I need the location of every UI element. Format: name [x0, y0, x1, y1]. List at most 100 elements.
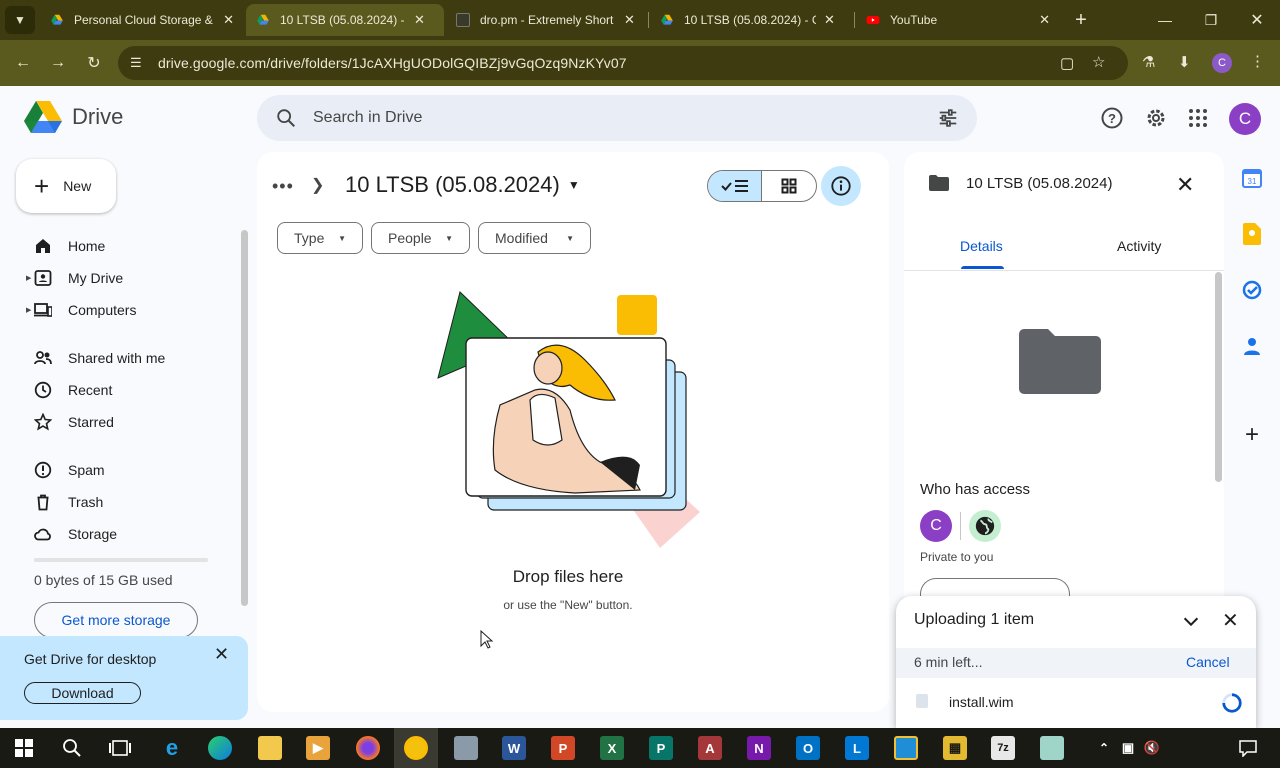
sidebar-scrollbar[interactable]	[241, 230, 248, 606]
tab-divider	[904, 270, 1224, 271]
mouse-cursor-icon	[480, 630, 494, 649]
browser-tab-1[interactable]: Personal Cloud Storage & ✕	[40, 4, 244, 36]
url-bar[interactable]: ☰ drive.google.com/drive/folders/1JcAXHg…	[118, 46, 1128, 80]
app-icon[interactable]	[894, 736, 918, 760]
close-icon[interactable]: ✕	[214, 644, 229, 665]
task-view-icon[interactable]	[108, 736, 132, 760]
new-tab-button[interactable]: +	[1058, 0, 1104, 40]
downloads-icon[interactable]: ⬇	[1178, 53, 1191, 71]
search-icon[interactable]	[275, 107, 297, 129]
restore-icon[interactable]: ❐	[1188, 0, 1234, 40]
close-tab-icon[interactable]: ✕	[824, 12, 835, 28]
grid-view-button[interactable]	[762, 171, 816, 201]
browser-menu-icon[interactable]: ⋮	[1250, 52, 1265, 70]
volume-muted-icon[interactable]: 🔇	[1140, 736, 1164, 760]
app-icon[interactable]	[454, 736, 478, 760]
app-icon[interactable]: ▦	[943, 736, 967, 760]
internet-explorer-icon[interactable]: e	[160, 735, 184, 760]
browser-tab-2[interactable]: 10 LTSB (05.08.2024) - Go ✕	[246, 4, 444, 36]
close-upload-icon[interactable]: ✕	[1222, 608, 1239, 633]
outlook-icon[interactable]: O	[796, 736, 820, 760]
dropdown-arrow-icon: ▼	[338, 233, 346, 243]
help-icon[interactable]: ?	[1098, 104, 1126, 132]
globe-icon[interactable]	[969, 510, 1001, 542]
calendar-icon[interactable]: 31	[1240, 166, 1264, 190]
network-icon[interactable]: ▣	[1116, 736, 1140, 760]
browser-tab-3[interactable]: dro.pm - Extremely Short ✕	[446, 4, 646, 36]
filter-modified-chip[interactable]: Modified ▼	[478, 222, 591, 254]
view-toggle[interactable]	[707, 170, 817, 202]
app-icon[interactable]	[1040, 736, 1064, 760]
firefox-icon[interactable]	[356, 736, 380, 760]
list-view-button[interactable]	[708, 171, 763, 201]
contacts-icon[interactable]	[1240, 334, 1264, 358]
word-icon[interactable]: W	[502, 736, 526, 760]
keep-icon[interactable]	[1240, 222, 1264, 246]
check-list-icon	[720, 180, 748, 192]
search-options-icon[interactable]	[937, 107, 959, 129]
excel-icon[interactable]: X	[600, 736, 624, 760]
reload-icon[interactable]: ↻	[79, 48, 109, 78]
dropdown-arrow-icon: ▼	[566, 233, 574, 243]
tab-activity[interactable]: Activity	[1117, 238, 1161, 254]
details-scrollbar[interactable]	[1215, 272, 1222, 482]
onenote-icon[interactable]: N	[747, 736, 771, 760]
chevron-down-icon[interactable]	[1180, 610, 1202, 632]
install-app-icon[interactable]: ▢	[1060, 54, 1074, 72]
url-text: drive.google.com/drive/folders/1JcAXHgUO…	[158, 55, 627, 71]
minimize-icon[interactable]: —	[1142, 0, 1188, 40]
edge-icon[interactable]	[208, 736, 232, 760]
clock-icon	[34, 381, 52, 399]
chrome-icon[interactable]	[404, 736, 428, 760]
close-tab-icon[interactable]: ✕	[414, 12, 425, 28]
notifications-icon[interactable]	[1236, 736, 1260, 760]
settings-gear-icon[interactable]	[1142, 104, 1170, 132]
powerpoint-icon[interactable]: P	[551, 736, 575, 760]
browser-tab-4[interactable]: 10 LTSB (05.08.2024) - Go ✕	[650, 4, 854, 36]
bookmark-star-icon[interactable]: ☆	[1092, 53, 1105, 71]
download-button[interactable]: Download	[24, 682, 141, 704]
folder-title-button[interactable]: 10 LTSB (05.08.2024) ▼	[345, 172, 580, 198]
close-tab-icon[interactable]: ✕	[1039, 12, 1050, 28]
close-tab-icon[interactable]: ✕	[223, 12, 234, 28]
account-avatar[interactable]: C	[1228, 102, 1262, 136]
empty-folder-illustration	[437, 291, 700, 548]
drive-logo[interactable]: Drive	[24, 100, 123, 134]
back-icon[interactable]: ←	[8, 48, 38, 78]
tray-expand-icon[interactable]: ⌃	[1092, 736, 1116, 760]
tab-search-button[interactable]: ▼	[5, 6, 35, 34]
forward-icon[interactable]: →	[43, 48, 73, 78]
file-explorer-icon[interactable]	[258, 736, 282, 760]
breadcrumb-more-icon[interactable]: •••	[272, 176, 294, 197]
apps-grid-icon[interactable]	[1184, 104, 1212, 132]
publisher-icon[interactable]: P	[649, 736, 673, 760]
profile-avatar[interactable]: C	[1212, 53, 1232, 73]
close-details-icon[interactable]: ✕	[1176, 172, 1194, 198]
close-window-icon[interactable]: ✕	[1234, 0, 1280, 40]
browser-tab-5[interactable]: YouTube ✕	[856, 4, 1060, 36]
tab-details[interactable]: Details	[960, 238, 1003, 254]
tasks-icon[interactable]	[1240, 278, 1264, 302]
close-tab-icon[interactable]: ✕	[624, 12, 635, 28]
access-icon[interactable]: A	[698, 736, 722, 760]
taskbar-search-icon[interactable]	[60, 736, 84, 760]
cancel-upload-button[interactable]: Cancel	[1186, 654, 1230, 670]
folder-icon	[929, 175, 949, 191]
expand-caret-icon[interactable]: ▶	[26, 274, 31, 282]
add-addon-icon[interactable]: +	[1240, 421, 1264, 448]
search-input[interactable]: Search in Drive	[313, 109, 422, 127]
labs-flask-icon[interactable]: ⚗	[1142, 53, 1155, 71]
search-bar[interactable]: Search in Drive	[257, 95, 977, 141]
owner-avatar[interactable]: C	[920, 510, 952, 542]
new-button[interactable]: + New	[16, 159, 116, 213]
filter-people-chip[interactable]: People ▼	[371, 222, 470, 254]
site-info-icon[interactable]: ☰	[130, 55, 148, 71]
lync-icon[interactable]: L	[845, 736, 869, 760]
get-more-storage-button[interactable]: Get more storage	[34, 602, 198, 638]
expand-caret-icon[interactable]: ▶	[26, 306, 31, 314]
filter-type-chip[interactable]: Type ▼	[277, 222, 363, 254]
media-player-icon[interactable]: ▶	[306, 736, 330, 760]
details-info-button[interactable]	[821, 166, 861, 206]
7zip-icon[interactable]: 7z	[991, 736, 1015, 760]
windows-start-icon[interactable]	[12, 736, 36, 760]
